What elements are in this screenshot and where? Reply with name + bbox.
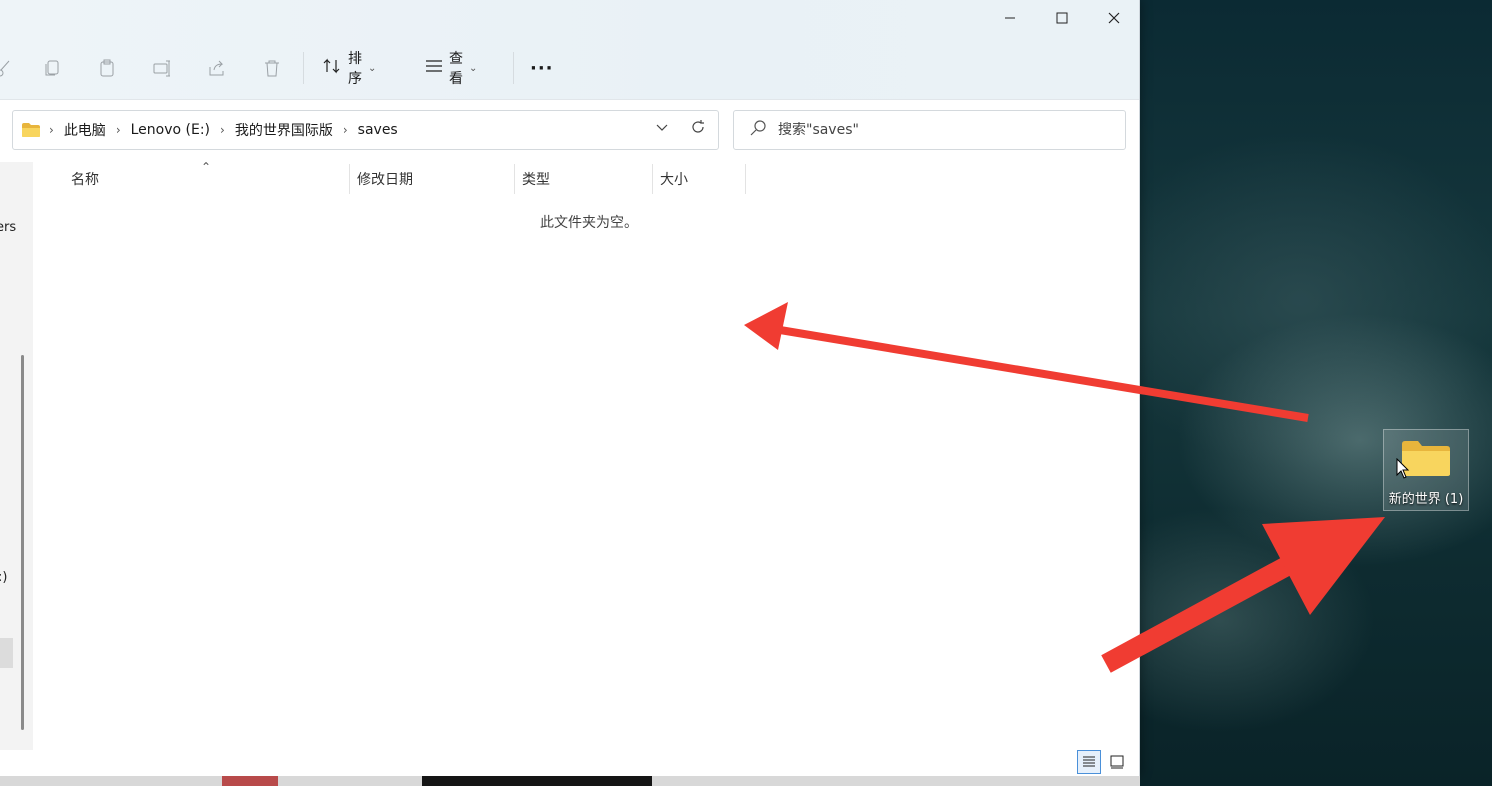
file-explorer-window: 排序 ⌄ 查看 ⌄ ··· › 此电脑 › Lenovo (E:) › 我的世界… (0, 0, 1140, 776)
close-button[interactable] (1088, 0, 1139, 36)
search-box[interactable] (733, 110, 1126, 150)
search-icon (750, 120, 766, 140)
column-header-name[interactable]: 名称 (71, 162, 99, 196)
mouse-cursor-icon (1396, 457, 1410, 484)
nav-item-partial[interactable]: :) (0, 570, 7, 585)
sort-icon (322, 58, 342, 78)
delete-icon[interactable] (252, 48, 292, 88)
chevron-down-icon: ⌄ (368, 62, 377, 74)
address-bar[interactable]: › 此电脑 › Lenovo (E:) › 我的世界国际版 › saves (12, 110, 719, 150)
column-modified-label: 修改日期 (357, 172, 413, 188)
breadcrumb-game-folder[interactable]: 我的世界国际版 (235, 120, 333, 140)
chevron-right-icon: › (342, 123, 348, 137)
chevron-right-icon: › (49, 123, 54, 137)
background-window-strip (222, 776, 278, 786)
cut-icon[interactable] (0, 48, 24, 88)
sort-ascending-icon: ⌃ (201, 160, 212, 174)
title-bar: 排序 ⌄ 查看 ⌄ ··· (0, 0, 1139, 100)
column-divider[interactable] (514, 164, 515, 194)
column-size-label: 大小 (660, 172, 688, 188)
view-label: 查看 (449, 51, 463, 87)
column-header-size[interactable]: 大小 (660, 162, 688, 196)
maximize-button[interactable] (1036, 0, 1088, 36)
view-switcher (1077, 750, 1129, 774)
window-controls (984, 0, 1139, 36)
nav-scrollbar[interactable] (21, 355, 24, 730)
column-name-label: 名称 (71, 172, 99, 188)
empty-folder-message: 此文件夹为空。 (540, 215, 638, 231)
view-button[interactable]: 查看 ⌄ (425, 51, 478, 87)
breadcrumb-drive[interactable]: Lenovo (E:) (131, 122, 210, 138)
more-options-button[interactable]: ··· (530, 54, 554, 82)
column-type-label: 类型 (522, 172, 550, 188)
column-divider[interactable] (745, 164, 746, 194)
share-icon[interactable] (197, 48, 237, 88)
details-view-icon[interactable] (1077, 750, 1101, 774)
sort-button[interactable]: 排序 ⌄ (322, 51, 377, 87)
breadcrumb: › 此电脑 › Lenovo (E:) › 我的世界国际版 › saves (49, 120, 398, 140)
nav-selected-item[interactable] (0, 638, 13, 668)
column-header-modified[interactable]: 修改日期 (357, 162, 413, 196)
sort-label: 排序 (348, 51, 362, 87)
large-icons-view-icon[interactable] (1105, 750, 1129, 774)
column-header-type[interactable]: 类型 (522, 162, 550, 196)
toolbar-divider (513, 52, 514, 84)
minimize-button[interactable] (984, 0, 1036, 36)
paste-icon[interactable] (87, 48, 127, 88)
rename-icon[interactable] (142, 48, 182, 88)
refresh-icon[interactable] (690, 119, 706, 139)
breadcrumb-saves[interactable]: saves (358, 122, 398, 138)
more-icon: ··· (530, 57, 554, 79)
desktop-folder-label: 新的世界 (1) (1388, 492, 1464, 507)
search-input[interactable] (778, 122, 1098, 138)
column-header-row: ⌃ 名称 修改日期 类型 大小 (33, 160, 1139, 196)
background-window-strip (422, 776, 652, 786)
breadcrumb-this-pc[interactable]: 此电脑 (64, 120, 106, 140)
address-history-dropdown[interactable] (656, 121, 668, 135)
chevron-right-icon: › (220, 123, 225, 137)
nav-item-partial[interactable]: ers (0, 220, 16, 235)
chevron-down-icon: ⌄ (469, 62, 478, 74)
toolbar-divider (303, 52, 304, 84)
column-divider[interactable] (652, 164, 653, 194)
folder-icon (21, 122, 41, 138)
copy-icon[interactable] (32, 48, 72, 88)
column-divider[interactable] (349, 164, 350, 194)
view-list-icon (425, 59, 443, 77)
chevron-right-icon: › (115, 123, 121, 137)
